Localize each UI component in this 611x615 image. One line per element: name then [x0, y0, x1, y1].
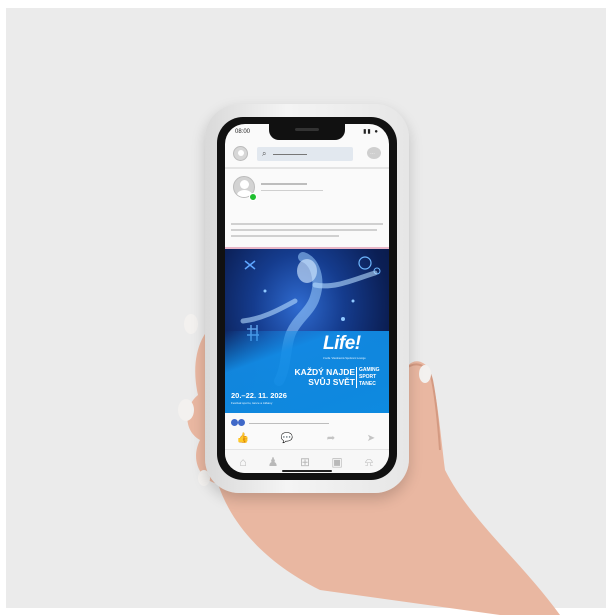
- marketplace-icon[interactable]: ▣: [327, 454, 347, 470]
- status-time: 08:00: [235, 129, 251, 135]
- reactions-row[interactable]: [225, 417, 389, 429]
- ad-subtitle: 3 sofa. Všeobecná Sportovní Lounge: [323, 357, 366, 360]
- post-author-name-placeholder[interactable]: [261, 183, 307, 185]
- post-header: [225, 170, 389, 210]
- messenger-glyph: …: [370, 150, 375, 156]
- like-icon[interactable]: 👍: [233, 431, 253, 447]
- ad-date: 20.–22. 11. 2026: [231, 391, 287, 400]
- ad-date-subtitle: Festival sportu, tance a zábavy: [231, 401, 273, 405]
- phone-screen: 08:00 ▮▮ ● ⌕ … Life! 3 sofa. Všeobecná S…: [225, 124, 389, 473]
- ad-headline: KAŽDÝ NAJDE SVŮJ SVĚT: [281, 367, 355, 387]
- reaction-icon: [238, 419, 245, 426]
- post-meta-placeholder: [261, 190, 323, 191]
- ad-categories: GAMING SPORT TANEC: [356, 367, 380, 388]
- home-indicator: [282, 470, 332, 472]
- bottom-nav: ⌂ ♟ ⊞ ▣ ⍾: [225, 449, 389, 473]
- post-ad-image[interactable]: Life! 3 sofa. Všeobecná Sportovní Lounge…: [225, 249, 389, 413]
- comment-icon[interactable]: 💬: [277, 431, 297, 447]
- share-icon[interactable]: ➦: [321, 431, 341, 447]
- post-text-line: [231, 223, 383, 225]
- post-actions: 👍 💬 ➦ ➤: [225, 431, 389, 447]
- messenger-icon[interactable]: …: [367, 147, 381, 159]
- app-top-bar: ⌕ …: [225, 143, 389, 165]
- speaker: [295, 128, 319, 131]
- profile-avatar[interactable]: [233, 146, 248, 161]
- post-text-line: [231, 229, 377, 231]
- search-icon: ⌕: [262, 149, 267, 158]
- ad-category: TANEC: [359, 381, 376, 387]
- online-status-dot: [249, 193, 257, 201]
- home-icon[interactable]: ⌂: [233, 454, 253, 470]
- ad-category: SPORT: [359, 374, 377, 380]
- top-divider: [225, 167, 389, 169]
- phone-bezel: 08:00 ▮▮ ● ⌕ … Life! 3 sofa. Všeobecná S…: [217, 117, 397, 480]
- search-placeholder-line: [273, 154, 307, 155]
- friends-icon[interactable]: ♟: [263, 454, 283, 470]
- ad-category: GAMING: [359, 367, 380, 373]
- post-text-line: [231, 235, 339, 237]
- add-icon[interactable]: ⊞: [295, 454, 315, 470]
- status-indicators: ▮▮ ●: [363, 129, 379, 135]
- notch: [269, 124, 345, 140]
- phone-frame: 08:00 ▮▮ ● ⌕ … Life! 3 sofa. Všeobecná S…: [205, 104, 409, 493]
- ad-headline-line2: SVŮJ SVĚT: [308, 377, 355, 387]
- notifications-icon[interactable]: ⍾: [359, 454, 379, 470]
- ad-headline-line1: KAŽDÝ NAJDE: [294, 367, 355, 377]
- reaction-icon: [231, 419, 238, 426]
- send-icon[interactable]: ➤: [361, 431, 381, 447]
- ad-logo: Life!: [323, 333, 361, 354]
- reactions-count-placeholder: [249, 423, 329, 424]
- search-input[interactable]: ⌕: [257, 147, 353, 161]
